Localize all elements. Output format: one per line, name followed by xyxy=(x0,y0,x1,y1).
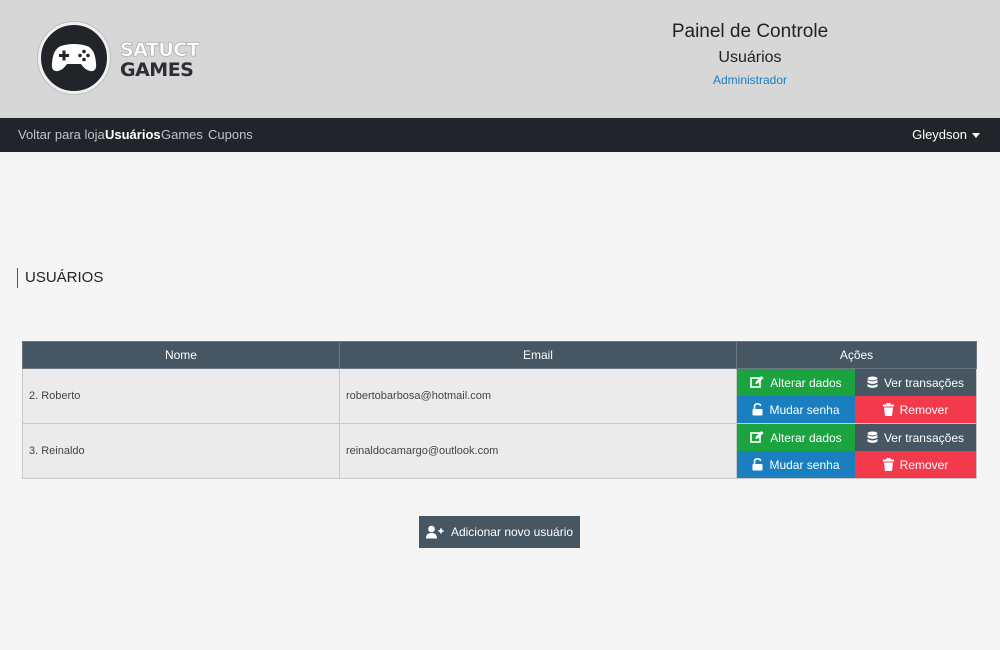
user-email-cell: robertobarbosa@hotmail.com xyxy=(338,368,737,424)
change-password-button[interactable]: Mudar senha xyxy=(736,451,855,478)
nav-item-games[interactable]: Games xyxy=(161,127,203,143)
users-table: Nome Email Ações 2. Roberto robertobarbo… xyxy=(22,341,978,479)
remove-user-label: Remover xyxy=(899,457,949,472)
trash-icon xyxy=(882,458,894,471)
actions-cell: Alterar dados Ver transações Mudar senha… xyxy=(735,368,978,424)
user-name-cell: 2. Roberto xyxy=(22,368,340,424)
change-password-button[interactable]: Mudar senha xyxy=(736,396,855,423)
add-user-button[interactable]: Adicionar novo usuário xyxy=(419,516,580,548)
column-header-name: Nome xyxy=(22,341,340,369)
view-transactions-button[interactable]: Ver transações xyxy=(854,424,976,451)
panel-subtitle: Usuários xyxy=(718,49,782,66)
view-transactions-label: Ver transações xyxy=(883,430,964,445)
view-transactions-button[interactable]: Ver transações xyxy=(854,369,976,396)
remove-user-label: Remover xyxy=(899,402,949,417)
main-navbar: Voltar para loja Usuários Games Cupons G… xyxy=(0,118,1000,152)
nav-item-coupons[interactable]: Cupons xyxy=(208,127,253,143)
edit-icon xyxy=(750,431,764,443)
table-header-row: Nome Email Ações xyxy=(22,341,978,369)
user-role-link[interactable]: Administrador xyxy=(600,72,900,88)
actions-cell: Alterar dados Ver transações Mudar senha… xyxy=(735,423,978,479)
remove-user-button[interactable]: Remover xyxy=(854,396,976,423)
unlock-icon xyxy=(752,403,763,416)
nav-item-back-to-store[interactable]: Voltar para loja xyxy=(18,127,105,143)
add-user-label: Adicionar novo usuário xyxy=(450,525,574,539)
caret-down-icon xyxy=(972,133,980,139)
user-plus-icon xyxy=(425,525,444,539)
database-icon xyxy=(867,431,878,443)
panel-title: Painel de Controle xyxy=(671,21,829,42)
unlock-icon xyxy=(752,458,763,471)
change-password-label: Mudar senha xyxy=(769,402,840,417)
user-menu-dropdown[interactable]: Gleydson xyxy=(912,127,980,143)
gamepad-icon[interactable] xyxy=(38,22,110,94)
edit-user-button[interactable]: Alterar dados xyxy=(736,369,855,396)
column-header-email: Email xyxy=(338,341,737,369)
column-header-actions: Ações xyxy=(735,341,978,369)
brand-logo[interactable]: SATUCT GAMES xyxy=(120,39,200,81)
nav-item-users[interactable]: Usuários xyxy=(105,127,161,143)
edit-user-label: Alterar dados xyxy=(770,375,842,390)
view-transactions-label: Ver transações xyxy=(883,375,964,390)
change-password-label: Mudar senha xyxy=(769,457,840,472)
remove-user-button[interactable]: Remover xyxy=(854,451,976,478)
trash-icon xyxy=(882,403,894,416)
site-header: SATUCT GAMES Painel de Controle Usuários… xyxy=(0,0,1000,118)
table-row: 2. Roberto robertobarbosa@hotmail.com Al… xyxy=(22,368,978,424)
brand-line1: SATUCT xyxy=(120,39,200,61)
user-name-cell: 3. Reinaldo xyxy=(22,423,340,479)
edit-icon xyxy=(750,376,764,388)
section-title: USUÁRIOS xyxy=(17,268,103,288)
edit-user-label: Alterar dados xyxy=(770,430,842,445)
brand-line2: GAMES xyxy=(120,59,194,81)
database-icon xyxy=(867,376,878,388)
user-email-cell: reinaldocamargo@outlook.com xyxy=(338,423,737,479)
header-titles: Painel de Controle Usuários Administrado… xyxy=(600,20,900,88)
user-name: Gleydson xyxy=(912,127,967,142)
table-row: 3. Reinaldo reinaldocamargo@outlook.com … xyxy=(22,423,978,479)
edit-user-button[interactable]: Alterar dados xyxy=(736,424,855,451)
